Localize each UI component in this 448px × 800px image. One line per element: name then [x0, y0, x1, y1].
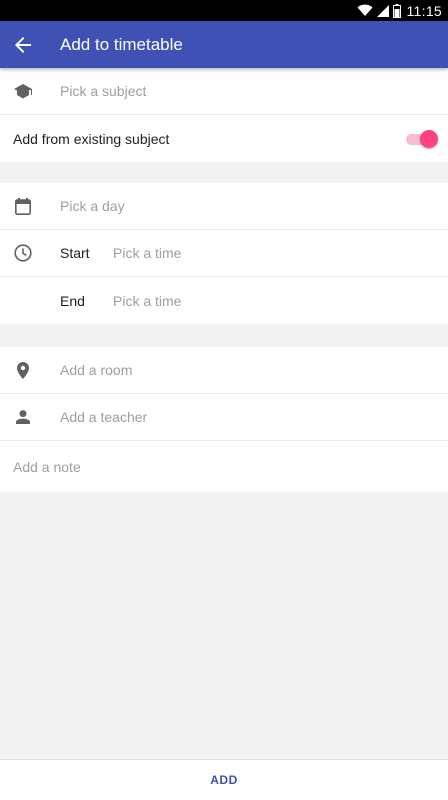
time-section: Pick a day Start Pick a time End Pick a … [0, 183, 448, 324]
wifi-icon [357, 4, 373, 17]
person-icon [13, 407, 33, 427]
status-bar: 11:15 [0, 0, 448, 21]
signal-icon [376, 4, 389, 17]
school-icon [13, 81, 33, 101]
start-time-placeholder[interactable]: Pick a time [113, 245, 181, 261]
end-time-placeholder[interactable]: Pick a time [113, 293, 181, 309]
calendar-icon [13, 196, 33, 216]
start-time-row[interactable]: Start Pick a time [0, 230, 448, 277]
teacher-placeholder: Add a teacher [60, 409, 148, 425]
subject-picker[interactable]: Pick a subject [0, 68, 448, 115]
add-button[interactable]: ADD [210, 773, 238, 787]
toggle-thumb [420, 129, 438, 148]
clock-icon [13, 243, 33, 263]
room-field[interactable]: Add a room [0, 347, 448, 394]
note-placeholder: Add a note [13, 458, 81, 475]
room-placeholder: Add a room [60, 362, 133, 378]
subject-section: Pick a subject Add from existing subject [0, 68, 448, 162]
existing-subject-label: Add from existing subject [13, 130, 170, 147]
start-label: Start [60, 245, 90, 261]
end-label: End [60, 292, 85, 309]
battery-icon [392, 3, 401, 18]
existing-subject-row[interactable]: Add from existing subject [0, 115, 448, 162]
end-time-row[interactable]: End Pick a time [0, 277, 448, 324]
app-bar: Add to timetable [0, 21, 448, 68]
note-field[interactable]: Add a note [0, 441, 448, 492]
page-title: Add to timetable [60, 34, 183, 54]
arrow-back-icon[interactable] [0, 21, 46, 68]
bottom-bar: ADD [0, 759, 448, 800]
details-section: Add a room Add a teacher Add a note [0, 347, 448, 492]
teacher-field[interactable]: Add a teacher [0, 394, 448, 441]
subject-placeholder: Pick a subject [60, 83, 147, 99]
day-picker[interactable]: Pick a day [0, 183, 448, 230]
existing-subject-toggle[interactable] [406, 129, 438, 148]
location-pin-icon [13, 360, 33, 380]
day-placeholder: Pick a day [60, 198, 125, 214]
status-time: 11:15 [406, 2, 442, 19]
